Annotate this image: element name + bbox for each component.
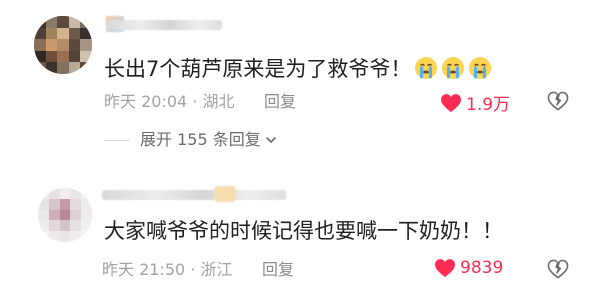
expand-replies-button[interactable]: 展开 155 条回复 [140,130,277,150]
broken-heart-icon[interactable] [547,91,569,111]
comment-text-content: 长出7个葫芦原来是为了救爷爷！ [104,57,412,81]
comment-list: 长出7个葫芦原来是为了救爷爷！ 昨天 20:04 · 湖北 回复 1.9万 展开… [0,0,607,296]
user-badge [214,186,236,202]
comment-location: 湖北 [202,92,235,111]
comment-time: 昨天 20:04 [104,92,188,111]
heart-icon [441,93,461,112]
avatar[interactable] [34,16,92,74]
heart-icon [435,259,455,278]
loudly-crying-face-icon [469,57,492,79]
comment-text: 长出7个葫芦原来是为了救爷爷！ [104,56,492,82]
comment-time: 昨天 21:50 [102,260,186,279]
like-count: 1.9万 [466,95,511,115]
chevron-down-icon [265,137,276,143]
comment-meta: 昨天 20:04 · 湖北 [104,92,235,112]
comment-location: 浙江 [200,260,233,279]
blurred-avatar-image [34,16,92,74]
broken-heart-icon[interactable] [547,259,569,279]
username-blurred[interactable] [106,20,222,30]
like-count: 9839 [460,258,504,278]
like-button[interactable]: 9839 [434,258,503,278]
reply-button[interactable]: 回复 [262,260,294,280]
meta-separator: · [190,260,196,279]
expand-divider [104,140,130,141]
reply-button[interactable]: 回复 [264,92,296,112]
comment-meta: 昨天 21:50 · 浙江 [102,260,233,280]
comment-text: 大家喊爷爷的时候记得也要喊一下奶奶！！ [104,219,503,243]
avatar[interactable] [38,188,92,242]
expand-replies-label: 展开 155 条回复 [140,130,261,149]
loudly-crying-face-icon [415,57,438,79]
like-button[interactable]: 1.9万 [440,90,510,115]
loudly-crying-face-icon [442,57,465,79]
blurred-avatar-image [38,188,92,242]
meta-separator: · [192,92,198,111]
username-blurred[interactable] [102,190,286,200]
